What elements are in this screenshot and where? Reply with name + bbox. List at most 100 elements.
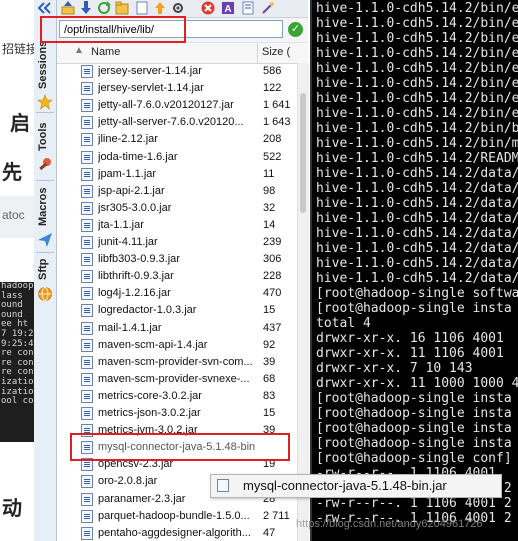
- terminal-line: hive-1.1.0-cdh5.14.2/bin/e: [316, 91, 518, 106]
- terminal-window[interactable]: hive-1.1.0-cdh5.14.2/bin/e hive-1.1.0-cdh…: [310, 0, 518, 541]
- collapse-panel-icon[interactable]: [37, 2, 53, 14]
- refresh-icon[interactable]: [97, 1, 111, 15]
- terminal-line: hive-1.1.0-cdh5.14.2/bin/e: [316, 76, 518, 91]
- file-size: 83: [263, 389, 276, 402]
- column-header-size[interactable]: Size (: [262, 46, 290, 58]
- column-header-name[interactable]: Name: [91, 46, 120, 58]
- new-folder-icon[interactable]: [115, 1, 129, 15]
- file-row[interactable]: parquet-hadoop-bundle-1.5.0... 2 711: [57, 508, 297, 525]
- file-row[interactable]: log4j-1.2.16.jar 470: [57, 285, 297, 302]
- file-icon[interactable]: [135, 1, 149, 15]
- file-name: maven-scm-provider-svnexe-...: [98, 372, 250, 385]
- file-name: log4j-1.2.16.jar: [98, 287, 171, 300]
- column-divider[interactable]: [257, 43, 258, 63]
- file-name: jta-1.1.jar: [98, 218, 144, 231]
- terminal-line: hive-1.1.0-cdh5.14.2/READM: [316, 151, 518, 166]
- file-name: junit-4.11.jar: [98, 236, 158, 248]
- terminal-output: hive-1.1.0-cdh5.14.2/bin/e hive-1.1.0-cdh…: [316, 1, 518, 526]
- tab-sftp[interactable]: Sftp: [34, 254, 56, 306]
- file-size: 1 641: [263, 99, 291, 112]
- file-name: joda-time-1.6.jar: [98, 150, 178, 163]
- terminal-line: hive-1.1.0-cdh5.14.2/data/: [316, 256, 518, 271]
- terminal-line: hive-1.1.0-cdh5.14.2/data/: [316, 166, 518, 181]
- upload-arrow-icon[interactable]: [153, 1, 167, 15]
- file-size: 1 643: [263, 116, 291, 129]
- file-row[interactable]: jpam-1.1.jar 11: [57, 166, 297, 183]
- file-name: maven-scm-api-1.4.jar: [98, 338, 208, 351]
- file-row[interactable]: jsr305-3.0.0.jar 32: [57, 200, 297, 217]
- upload-icon[interactable]: [61, 1, 75, 15]
- file-row[interactable]: jetty-all-7.6.0.v20120127.jar 1 641: [57, 97, 297, 114]
- file-row[interactable]: metrics-json-3.0.2.jar 15: [57, 405, 297, 422]
- file-size: 68: [263, 372, 276, 385]
- file-row[interactable]: jta-1.1.jar 14: [57, 217, 297, 234]
- terminal-line: hive-1.1.0-cdh5.14.2/data/: [316, 226, 518, 241]
- jar-file-icon: [81, 355, 93, 369]
- file-row[interactable]: libthrift-0.9.3.jar 228: [57, 268, 297, 285]
- tab-separator: [36, 252, 54, 253]
- file-name: jsp-api-2.1.jar: [98, 184, 165, 197]
- file-row[interactable]: maven-scm-provider-svn-com... 39: [57, 354, 297, 371]
- tab-separator: [36, 180, 54, 181]
- file-size: 239: [263, 236, 282, 248]
- sort-arrow-icon[interactable]: ▲: [74, 45, 84, 56]
- file-size: 586: [263, 65, 282, 77]
- jar-file-icon: [81, 253, 93, 267]
- delete-icon[interactable]: [201, 1, 215, 15]
- jar-file-icon: [81, 475, 93, 489]
- settings-icon[interactable]: [171, 1, 185, 15]
- file-row[interactable]: pentaho-aggdesigner-algorith... 47: [57, 525, 297, 541]
- file-row[interactable]: jersey-servlet-1.14.jar 122: [57, 80, 297, 97]
- sessions-star-icon: [37, 94, 53, 110]
- terminal-line: total 4: [316, 316, 371, 331]
- bg-heading-3: 动: [2, 498, 22, 520]
- terminal-line: hive-1.1.0-cdh5.14.2/bin/e: [316, 61, 518, 76]
- file-row[interactable]: logredactor-1.0.3.jar 15: [57, 302, 297, 319]
- file-row[interactable]: libfb303-0.9.3.jar 306: [57, 251, 297, 268]
- file-name: jersey-servlet-1.14.jar: [98, 82, 204, 95]
- drag-tooltip-text: mysql-connector-java-5.1.48-bin.jar: [243, 478, 447, 493]
- file-size: 2 711: [263, 509, 290, 522]
- jar-file-icon: [81, 287, 93, 301]
- check-icon[interactable]: ✓: [288, 22, 303, 37]
- file-row[interactable]: jsp-api-2.1.jar 98: [57, 183, 297, 200]
- file-row[interactable]: jline-2.12.jar 208: [57, 131, 297, 148]
- wand-icon[interactable]: [261, 1, 275, 15]
- file-size: 47: [263, 526, 276, 539]
- terminal-line: hive-1.1.0-cdh5.14.2/data/: [316, 241, 518, 256]
- file-name: jline-2.12.jar: [98, 133, 158, 146]
- file-size: 15: [263, 304, 276, 317]
- file-size: 522: [263, 150, 282, 163]
- file-row[interactable]: junit-4.11.jar 239: [57, 234, 297, 251]
- file-row[interactable]: metrics-core-3.0.2.jar 83: [57, 388, 297, 405]
- file-row[interactable]: maven-scm-api-1.4.jar 92: [57, 337, 297, 354]
- file-row[interactable]: joda-time-1.6.jar 522: [57, 149, 297, 166]
- file-size: 92: [263, 338, 276, 351]
- jar-file-icon: [81, 236, 93, 249]
- file-row[interactable]: mail-1.4.1.jar 437: [57, 320, 297, 337]
- drag-tooltip: mysql-connector-java-5.1.48-bin.jar: [210, 474, 502, 498]
- jar-file-icon: [81, 133, 93, 147]
- vertical-scrollbar[interactable]: [297, 63, 309, 541]
- file-size: 11: [263, 167, 275, 180]
- bg-heading-2: 先: [2, 162, 22, 184]
- tab-tools[interactable]: Tools: [34, 115, 56, 177]
- jar-file-icon: [81, 304, 93, 318]
- file-row[interactable]: jersey-server-1.14.jar 586: [57, 63, 297, 80]
- scrollbar-thumb[interactable]: [300, 93, 306, 213]
- jar-file-icon: [81, 509, 93, 523]
- file-list: jersey-server-1.14.jar 586 jersey-servlet-…: [57, 63, 297, 541]
- file-size: 437: [263, 321, 282, 334]
- properties-icon[interactable]: [241, 1, 255, 15]
- file-size: 208: [263, 133, 282, 146]
- bg-text-link: 招链接: [2, 42, 34, 56]
- terminal-line: hive-1.1.0-cdh5.14.2/bin/m: [316, 136, 518, 151]
- tab-macros[interactable]: Macros: [34, 182, 56, 250]
- rename-icon[interactable]: A: [221, 1, 235, 15]
- file-row[interactable]: jetty-all-server-7.6.0.v20120... 1 643: [57, 114, 297, 131]
- path-highlight-box: [40, 16, 186, 43]
- file-row[interactable]: maven-scm-provider-svnexe-... 68: [57, 371, 297, 388]
- download-icon[interactable]: [79, 1, 93, 15]
- terminal-line: drwxr-xr-x. 16 1106 4001: [316, 331, 504, 346]
- jar-file-icon: [81, 338, 93, 352]
